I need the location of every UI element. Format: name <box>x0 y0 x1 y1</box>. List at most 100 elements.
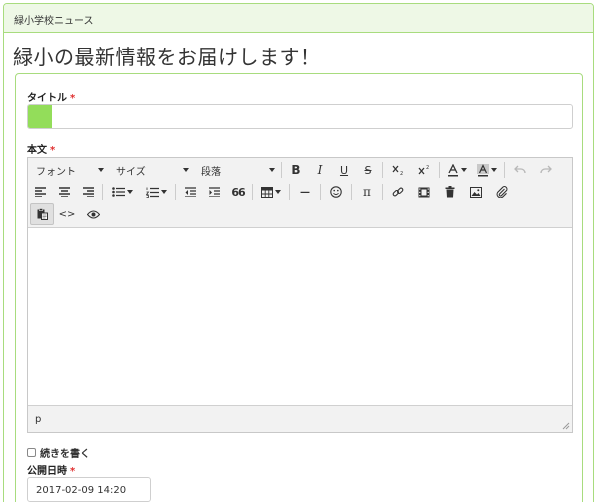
post-form: タイトル * 本文 * フォント サイズ 段落 B I U S 2 2 66 —… <box>15 73 583 502</box>
panel-header: 緑小学校ニュース <box>4 4 593 33</box>
indent-icon <box>208 187 220 197</box>
indent-button[interactable] <box>202 181 226 203</box>
continue-writing-label[interactable]: 続きを書く <box>40 445 90 460</box>
publish-date-input[interactable]: 2017-02-09 14:20 <box>27 477 151 502</box>
align-right-button[interactable] <box>76 181 100 203</box>
align-left-button[interactable] <box>28 181 52 203</box>
media-button[interactable] <box>411 181 437 203</box>
trash-icon <box>445 186 455 198</box>
superscript-icon: 2 <box>418 165 429 175</box>
undo-icon <box>514 165 526 174</box>
align-center-button[interactable] <box>52 181 76 203</box>
required-mark: * <box>50 145 56 156</box>
chevron-down-icon <box>183 168 189 172</box>
format-dropdown[interactable]: 段落 <box>193 159 279 181</box>
math-button[interactable]: π <box>354 181 380 203</box>
redo-icon <box>540 165 552 174</box>
link-button[interactable] <box>385 181 411 203</box>
required-mark: * <box>70 93 76 104</box>
toolbar-divider <box>102 184 103 200</box>
bullet-list-button[interactable] <box>105 181 139 203</box>
subscript-icon: 2 <box>392 165 403 176</box>
font-dropdown[interactable]: フォント <box>28 159 108 181</box>
toolbar-divider <box>320 184 321 200</box>
chevron-down-icon <box>491 168 497 172</box>
rich-text-editor: フォント サイズ 段落 B I U S 2 2 66 — π <> p <box>27 157 573 433</box>
paste-button[interactable] <box>30 203 54 225</box>
toolbar-divider <box>289 184 290 200</box>
toolbar-divider <box>382 162 383 178</box>
svg-text:2: 2 <box>426 165 429 171</box>
size-dropdown-label: サイズ <box>116 166 146 178</box>
numbered-list-icon <box>145 187 159 198</box>
chevron-down-icon <box>269 168 275 172</box>
chevron-down-icon <box>98 168 104 172</box>
bold-button[interactable]: B <box>284 159 308 181</box>
preview-button[interactable] <box>80 203 106 225</box>
element-path[interactable]: p <box>35 414 41 425</box>
background-color-icon <box>477 163 489 176</box>
underline-button[interactable]: U <box>332 159 356 181</box>
size-dropdown[interactable]: サイズ <box>108 159 193 181</box>
subscript-button[interactable]: 2 <box>385 159 411 181</box>
body-label-text: 本文 <box>27 145 47 156</box>
toolbar-divider <box>504 162 505 178</box>
resize-handle-icon[interactable] <box>562 422 570 430</box>
body-label: 本文 * <box>27 141 55 156</box>
link-icon <box>392 187 404 197</box>
paperclip-icon <box>496 186 508 198</box>
toolbar-divider <box>281 162 282 178</box>
toolbar-divider <box>439 162 440 178</box>
horizontal-rule-button[interactable]: — <box>292 181 318 203</box>
date-label-text: 公開日時 <box>27 466 67 477</box>
chevron-down-icon <box>461 168 467 172</box>
strikethrough-button[interactable]: S <box>356 159 380 181</box>
outdent-button[interactable] <box>178 181 202 203</box>
date-label: 公開日時 * <box>27 462 75 477</box>
editor-statusbar: p <box>28 405 572 432</box>
format-dropdown-label: 段落 <box>201 166 221 178</box>
redo-button[interactable] <box>533 159 559 181</box>
italic-button[interactable]: I <box>308 159 332 181</box>
bullet-list-icon <box>111 187 125 197</box>
editor-content-area[interactable] <box>28 228 572 405</box>
svg-text:2: 2 <box>400 171 403 176</box>
smiley-icon <box>330 186 342 198</box>
outdent-icon <box>184 187 196 197</box>
toolbar-divider <box>382 184 383 200</box>
attachment-button[interactable] <box>489 181 515 203</box>
background-color-button[interactable] <box>472 159 502 181</box>
source-code-button[interactable]: <> <box>54 203 80 225</box>
title-label: タイトル * <box>27 89 75 104</box>
continue-writing-row: 続きを書く <box>27 445 90 460</box>
toolbar-divider <box>252 184 253 200</box>
chevron-down-icon <box>160 190 167 194</box>
title-label-text: タイトル <box>27 93 67 104</box>
continue-writing-checkbox[interactable] <box>27 448 36 457</box>
align-right-icon <box>82 187 94 197</box>
table-button[interactable] <box>255 181 287 203</box>
image-button[interactable] <box>463 181 489 203</box>
align-left-icon <box>34 187 46 197</box>
eye-icon <box>86 209 100 219</box>
title-input-fill <box>28 105 53 128</box>
title-input[interactable] <box>27 104 573 129</box>
table-icon <box>261 186 273 198</box>
font-dropdown-label: フォント <box>36 166 76 178</box>
numbered-list-button[interactable] <box>139 181 173 203</box>
superscript-button[interactable]: 2 <box>411 159 437 181</box>
toolbar-divider <box>175 184 176 200</box>
undo-button[interactable] <box>507 159 533 181</box>
emoji-button[interactable] <box>323 181 349 203</box>
blockquote-button[interactable]: 66 <box>226 181 250 203</box>
chevron-down-icon <box>126 190 133 194</box>
text-color-button[interactable] <box>442 159 472 181</box>
film-icon <box>418 187 430 197</box>
editor-toolbar: フォント サイズ 段落 B I U S 2 2 66 — π <> <box>28 158 572 228</box>
toolbar-divider <box>351 184 352 200</box>
chevron-down-icon <box>275 190 281 194</box>
align-center-icon <box>58 187 70 197</box>
image-icon <box>470 186 482 198</box>
page-title: 緑小の最新情報をお届けします！ <box>13 45 321 69</box>
delete-button[interactable] <box>437 181 463 203</box>
